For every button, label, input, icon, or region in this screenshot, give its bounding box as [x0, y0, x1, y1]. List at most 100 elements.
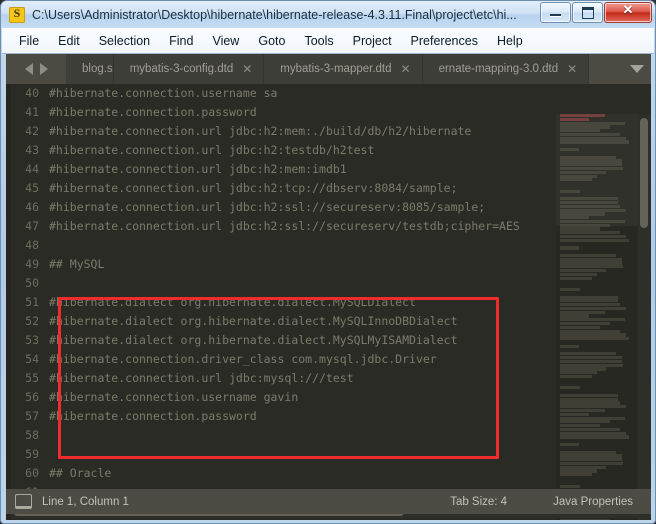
minimap-line [560, 386, 581, 390]
vertical-scrollbar-thumb[interactable] [640, 118, 648, 228]
minimap-line [560, 412, 589, 416]
vertical-scrollbar[interactable] [638, 114, 651, 520]
minimap-line [560, 518, 611, 520]
line-number: 56 [25, 390, 39, 404]
minimap-line [560, 306, 627, 311]
tab-mybatis-3-mapper-dtd[interactable]: mybatis-3-mapper.dtd ✕ [264, 54, 423, 84]
menu-item-selection[interactable]: Selection [90, 31, 159, 51]
minimap-line [560, 299, 618, 303]
minimap-line [560, 276, 592, 280]
close-icon[interactable]: ✕ [401, 63, 411, 75]
minimize-button[interactable] [540, 2, 571, 23]
window-controls [539, 2, 652, 23]
menu-item-tools[interactable]: Tools [295, 31, 342, 51]
minimap-line [560, 465, 607, 469]
menu-item-edit[interactable]: Edit [49, 31, 89, 51]
line-text: #hibernate.connection.url jdbc:h2:testdb… [49, 143, 375, 157]
chevron-down-icon [630, 65, 644, 73]
minimap-viewport[interactable] [556, 114, 638, 226]
minimap-line [560, 303, 621, 307]
line-text: #hibernate.connection.password [49, 409, 257, 423]
minimap-line [560, 344, 579, 348]
line-number: 40 [25, 86, 39, 100]
minimap-line [560, 321, 611, 326]
menu-item-help[interactable]: Help [488, 31, 532, 51]
code-line: 40 #hibernate.connection.username sa [11, 84, 556, 103]
line-text: #hibernate.connection.username gavin [49, 390, 299, 404]
tab-bar: blog.s mybatis-3-config.dtd ✕ mybatis-3-… [6, 54, 651, 84]
code-line: 51 #hibernate.dialect org.hibernate.diale… [11, 293, 556, 312]
tab-overflow-menu-button[interactable] [623, 54, 651, 84]
close-icon[interactable]: ✕ [242, 63, 252, 75]
menu-item-preferences[interactable]: Preferences [402, 31, 487, 51]
line-number: 60 [25, 466, 39, 480]
minimap-line [560, 420, 611, 424]
code-line: 48 [11, 236, 556, 255]
code-line: 58 [11, 426, 556, 445]
code-line: 55 #hibernate.connection.url jdbc:mysql:/… [11, 369, 556, 388]
line-number: 55 [25, 371, 39, 385]
console-toggle-icon[interactable] [15, 494, 32, 509]
minimap-line [560, 352, 617, 356]
line-text: #hibernate.connection.url jdbc:h2:mem:im… [49, 162, 347, 176]
menu-item-file[interactable]: File [10, 31, 48, 51]
line-text: #hibernate.connection.url jdbc:h2:tcp://… [49, 181, 458, 195]
minimap-line [560, 367, 607, 371]
minimap-line [560, 235, 627, 239]
minimap-line [560, 363, 624, 367]
minimap-line [560, 310, 605, 314]
syntax-indicator[interactable]: Java Properties [553, 496, 633, 508]
tab-label: mybatis-3-mapper.dtd [280, 63, 392, 75]
line-number: 44 [25, 162, 39, 176]
line-number: 59 [25, 447, 39, 461]
minimap[interactable] [556, 114, 638, 520]
code-area[interactable]: 40 #hibernate.connection.username sa 41 #hi… [6, 84, 651, 520]
tab-blog-s[interactable]: blog.s [66, 54, 114, 84]
minimap-line [560, 424, 601, 428]
code-line: 59 [11, 445, 556, 464]
tab-prev-icon[interactable] [24, 63, 33, 75]
maximize-button[interactable] [572, 2, 603, 23]
minimap-line [560, 337, 630, 341]
close-button[interactable] [604, 2, 652, 23]
minimap-line [560, 261, 622, 265]
line-number: 42 [25, 124, 39, 138]
line-text: #hibernate.connection.driver_class com.m… [49, 352, 437, 366]
minimap-line [560, 442, 579, 447]
menu-item-goto[interactable]: Goto [249, 31, 294, 51]
minimap-line [560, 405, 627, 409]
menu-bar: File Edit Selection Find View Goto Tools… [2, 28, 654, 54]
tab-next-icon[interactable] [39, 63, 48, 75]
line-number: 47 [25, 219, 39, 233]
minimap-line [560, 246, 579, 250]
line-number: 53 [25, 333, 39, 347]
line-number: 50 [25, 276, 39, 290]
minimap-line [560, 473, 592, 477]
tab-mybatis-3-config-dtd[interactable]: mybatis-3-config.dtd ✕ [113, 54, 265, 84]
tab-label: mybatis-3-config.dtd [129, 63, 234, 75]
line-number: 41 [25, 105, 39, 119]
status-bar: Line 1, Column 1 Tab Size: 4 Java Proper… [6, 489, 651, 514]
minimap-line [560, 314, 589, 318]
line-number: 54 [25, 352, 39, 366]
minimap-line [560, 287, 581, 292]
code-line: 41 #hibernate.connection.password [11, 103, 556, 122]
code-line: 52 #hibernate.dialect org.hibernate.diale… [11, 312, 556, 331]
menu-item-find[interactable]: Find [160, 31, 202, 51]
menu-item-view[interactable]: View [203, 31, 248, 51]
minimap-line [560, 329, 621, 333]
minimap-line [560, 227, 601, 231]
code-line: 46 #hibernate.connection.url jdbc:h2:ssl:… [11, 198, 556, 217]
menu-item-project[interactable]: Project [344, 31, 401, 51]
close-icon[interactable]: ✕ [567, 63, 577, 75]
tab-ernate-mapping-3-0-dtd[interactable]: ernate-mapping-3.0.dtd ✕ [422, 54, 590, 84]
code-line: 49 ## MySQL [11, 255, 556, 274]
code-line: 54 #hibernate.connection.driver_class com… [11, 350, 556, 369]
sublime-text-icon [9, 6, 25, 23]
minimap-line [560, 269, 607, 273]
title-bar[interactable]: C:\Users\Administrator\Desktop\hibernate… [1, 1, 655, 28]
minimap-line [560, 265, 624, 269]
minimap-line [560, 484, 581, 488]
code-line: 42 #hibernate.connection.url jdbc:h2:mem:… [11, 122, 556, 141]
tab-size-indicator[interactable]: Tab Size: 4 [450, 496, 507, 508]
